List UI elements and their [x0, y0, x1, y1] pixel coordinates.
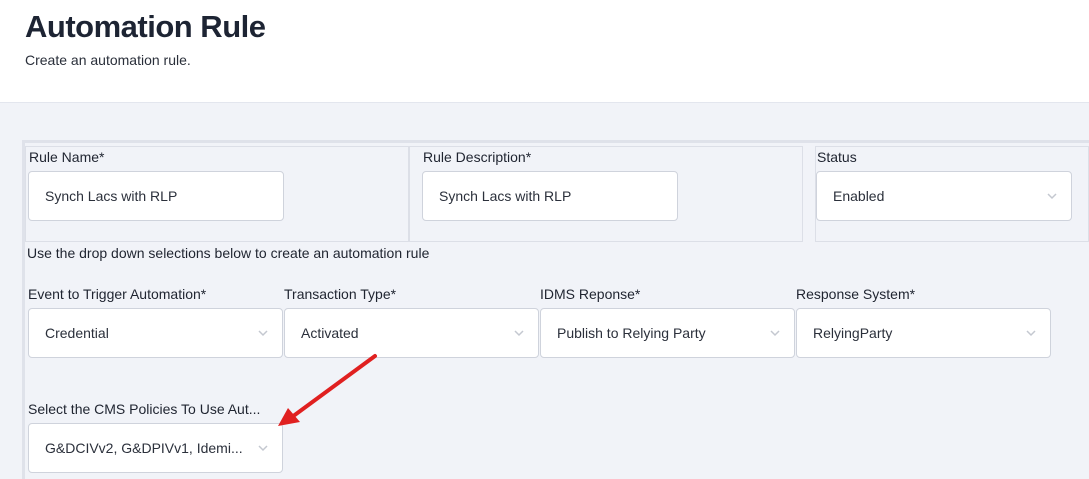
page-subtitle: Create an automation rule.: [25, 52, 191, 68]
rule-name-label: Rule Name*: [29, 149, 105, 165]
rule-name-value: Synch Lacs with RLP: [45, 188, 178, 204]
chevron-down-icon: [1026, 328, 1036, 338]
cms-policies-value: G&DCIVv2, G&DPIVv1, Idemi...: [45, 440, 243, 456]
cms-policies-select[interactable]: G&DCIVv2, G&DPIVv1, Idemi...: [28, 423, 283, 473]
rule-description-input[interactable]: Synch Lacs with RLP: [422, 171, 678, 221]
chevron-down-icon: [1047, 191, 1057, 201]
event-value: Credential: [45, 325, 109, 341]
status-select[interactable]: Enabled: [816, 171, 1072, 221]
response-system-label: Response System*: [796, 286, 916, 302]
transaction-type-label: Transaction Type*: [284, 286, 397, 302]
response-system-value: RelyingParty: [813, 325, 893, 341]
status-label: Status: [817, 149, 857, 165]
idms-response-label: IDMS Reponse*: [540, 286, 641, 302]
page-header: Automation Rule Create an automation rul…: [0, 0, 1089, 103]
red-arrow-icon: [278, 354, 377, 426]
response-system-select[interactable]: RelyingParty: [796, 308, 1051, 358]
event-label: Event to Trigger Automation*: [28, 286, 207, 302]
rule-description-value: Synch Lacs with RLP: [439, 188, 572, 204]
chevron-down-icon: [258, 443, 268, 453]
transaction-type-value: Activated: [301, 325, 359, 341]
instruction-text: Use the drop down selections below to cr…: [27, 245, 430, 261]
cms-policies-label: Select the CMS Policies To Use Aut...: [28, 401, 261, 417]
idms-response-select[interactable]: Publish to Relying Party: [540, 308, 795, 358]
status-value: Enabled: [833, 188, 885, 204]
idms-response-value: Publish to Relying Party: [557, 325, 706, 341]
chevron-down-icon: [770, 328, 780, 338]
chevron-down-icon: [258, 328, 268, 338]
chevron-down-icon: [514, 328, 524, 338]
event-select[interactable]: Credential: [28, 308, 283, 358]
rule-description-label: Rule Description*: [423, 149, 532, 165]
page-title: Automation Rule: [25, 9, 266, 44]
rule-name-input[interactable]: Synch Lacs with RLP: [28, 171, 284, 221]
